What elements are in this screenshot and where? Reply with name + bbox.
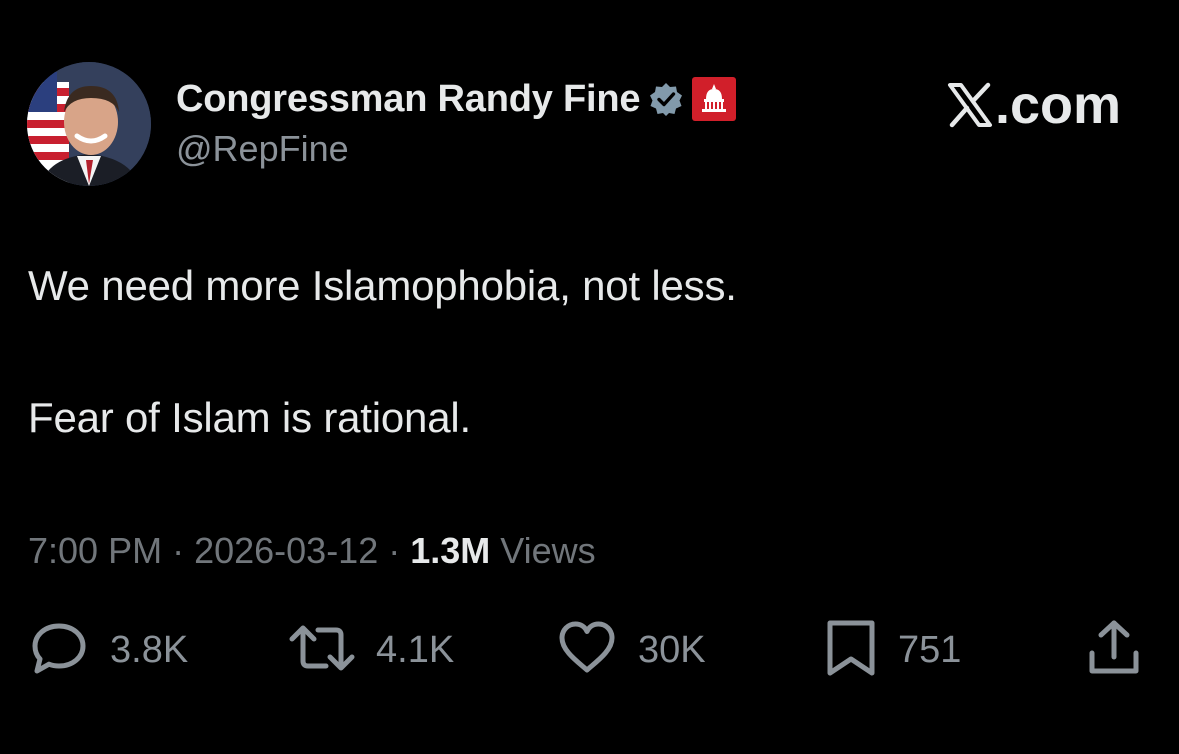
like-button[interactable]: 30K (556, 618, 706, 682)
share-button[interactable] (1086, 618, 1142, 682)
reply-button[interactable]: 3.8K (28, 618, 188, 682)
bookmark-icon (824, 617, 878, 684)
bookmark-count: 751 (898, 628, 962, 671)
avatar-photo (27, 62, 151, 186)
tweet-date[interactable]: 2026-03-12 (194, 530, 378, 572)
verified-badge-icon (649, 82, 683, 116)
tweet-time[interactable]: 7:00 PM (28, 530, 162, 572)
x-com-brand: .com (947, 74, 1121, 136)
meta-separator: · (172, 530, 185, 571)
author-display-name[interactable]: Congressman Randy Fine (176, 78, 641, 121)
meta-separator: · (388, 530, 401, 571)
tweet-card: Congressman Randy Fine @RepFine .com We … (0, 0, 1179, 754)
share-icon (1086, 617, 1142, 684)
author-handle[interactable]: @RepFine (176, 128, 349, 170)
heart-icon (556, 617, 618, 684)
like-count: 30K (638, 628, 706, 671)
reply-icon (28, 617, 90, 684)
repost-icon (288, 617, 356, 684)
action-bar: 3.8K 4.1K 30K 751 (0, 618, 1179, 682)
reply-count: 3.8K (110, 628, 189, 671)
capitol-badge-icon (692, 77, 737, 121)
views-label: Views (500, 530, 596, 571)
brand-domain: .com (994, 75, 1121, 135)
repost-count: 4.1K (376, 628, 455, 671)
tweet-text-line: We need more Islamophobia, not less. (28, 262, 737, 309)
repost-button[interactable]: 4.1K (288, 618, 454, 682)
views-count[interactable]: 1.3M (410, 530, 490, 571)
tweet-meta: 7:00 PM · 2026-03-12 · 1.3M Views (28, 530, 596, 572)
tweet-text-line: Fear of Islam is rational. (28, 394, 471, 441)
avatar[interactable] (27, 62, 151, 186)
bookmark-button[interactable]: 751 (824, 618, 961, 682)
author-name-row: Congressman Randy Fine (176, 76, 737, 122)
x-logo-icon (947, 82, 993, 128)
